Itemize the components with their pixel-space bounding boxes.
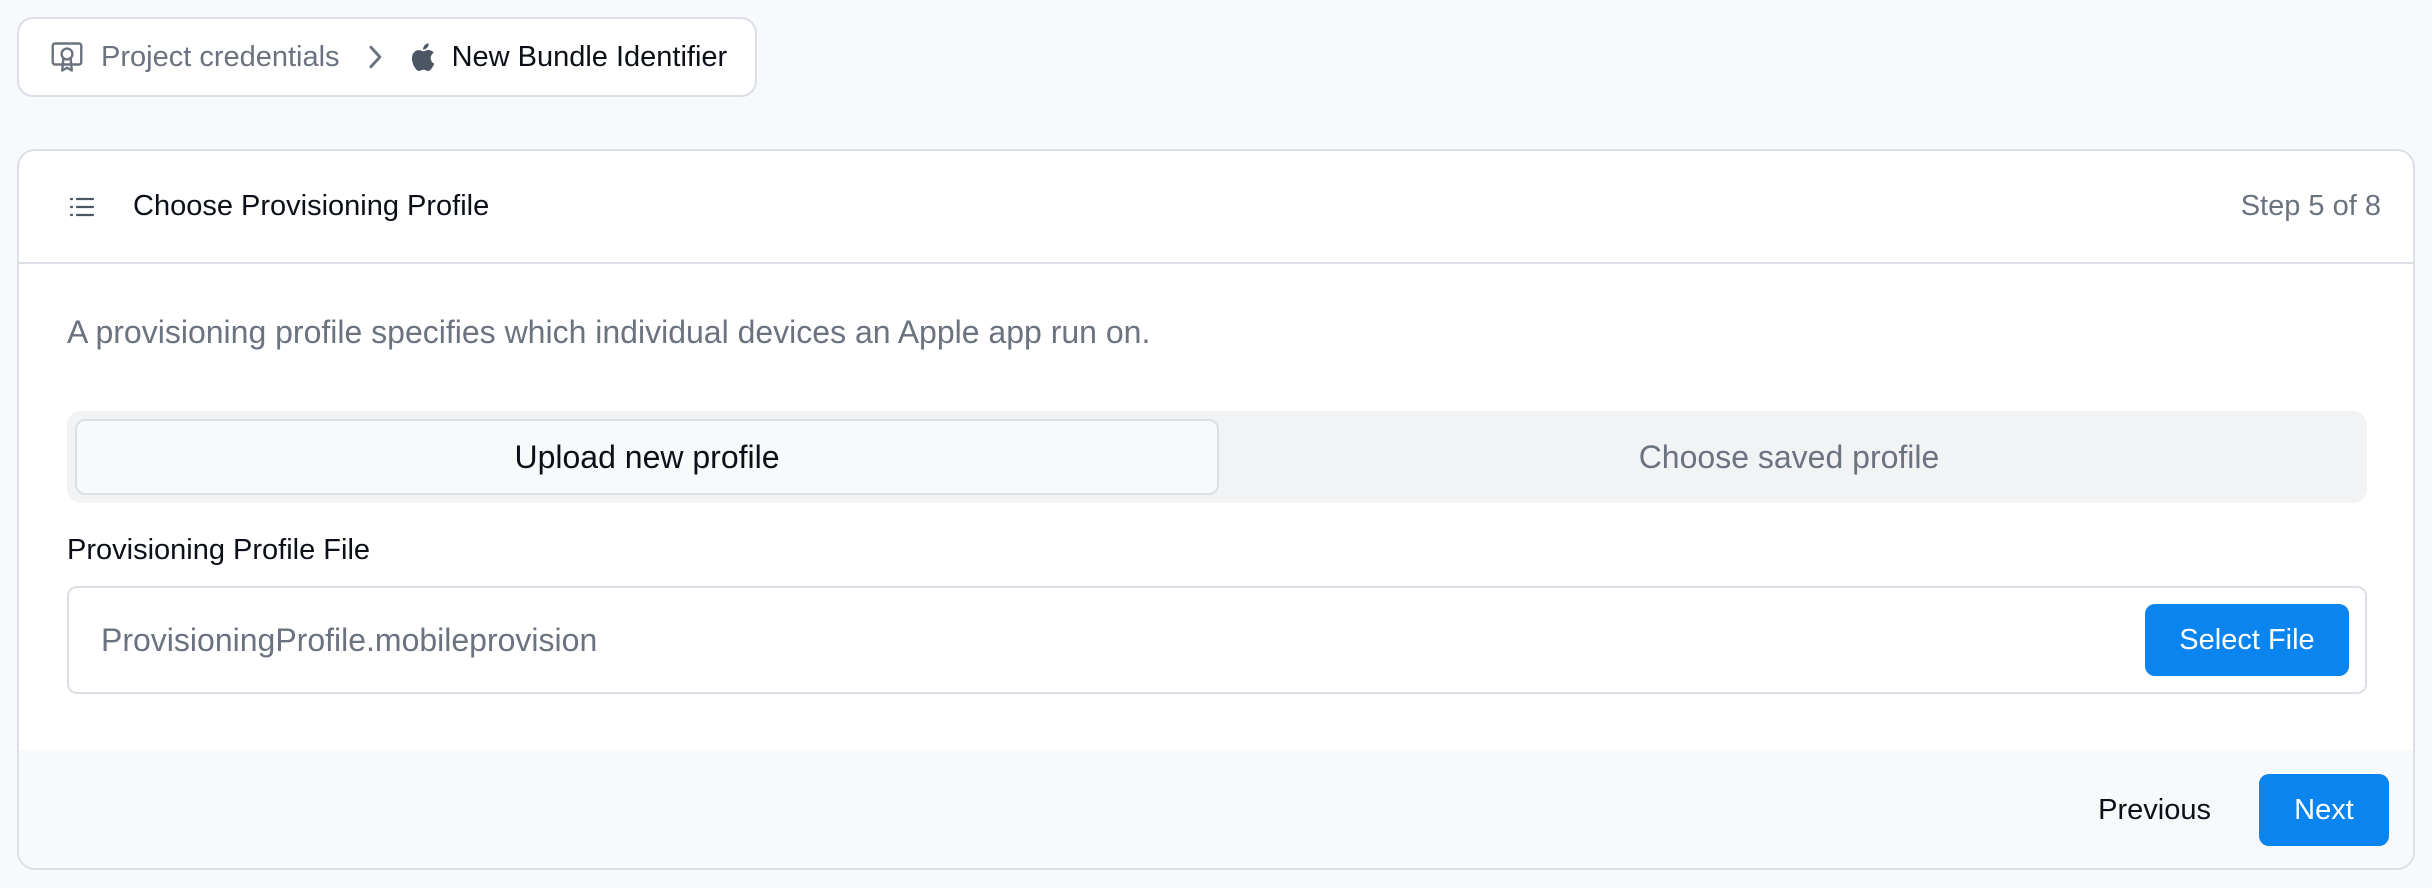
breadcrumb: Project credentials New Bundle Identifie… <box>17 17 758 97</box>
profile-source-tabs: Upload new profile Choose saved profile <box>67 411 2367 503</box>
step-indicator: Step 5 of 8 <box>2240 190 2381 222</box>
certificate-icon <box>49 39 85 75</box>
card-footer: Previous Next <box>19 750 2413 868</box>
next-button[interactable]: Next <box>2259 774 2389 846</box>
previous-button[interactable]: Previous <box>2066 774 2243 846</box>
provisioning-profile-card: Choose Provisioning Profile Step 5 of 8 … <box>17 149 2415 870</box>
card-body: A provisioning profile specifies which i… <box>19 264 2413 750</box>
breadcrumb-item-label: Project credentials <box>101 40 340 73</box>
description-text: A provisioning profile specifies which i… <box>67 314 1151 350</box>
file-input-field[interactable]: ProvisioningProfile.mobileprovision Sele… <box>67 586 2367 694</box>
breadcrumb-item-project-credentials[interactable]: Project credentials <box>49 39 340 75</box>
apple-icon <box>408 41 436 73</box>
card-header: Choose Provisioning Profile Step 5 of 8 <box>19 151 2413 264</box>
list-icon <box>69 196 95 218</box>
breadcrumb-item-bundle-identifier[interactable]: New Bundle Identifier <box>408 40 728 74</box>
tab-choose-saved-profile[interactable]: Choose saved profile <box>1219 419 2359 495</box>
breadcrumb-item-label: New Bundle Identifier <box>451 40 728 73</box>
chevron-right-icon <box>366 44 384 70</box>
card-title: Choose Provisioning Profile <box>133 190 490 222</box>
select-file-button[interactable]: Select File <box>2145 604 2349 676</box>
file-name-text: ProvisioningProfile.mobileprovision <box>101 621 598 658</box>
file-field-label: Provisioning Profile File <box>67 534 371 566</box>
tab-upload-new-profile[interactable]: Upload new profile <box>75 419 1219 495</box>
